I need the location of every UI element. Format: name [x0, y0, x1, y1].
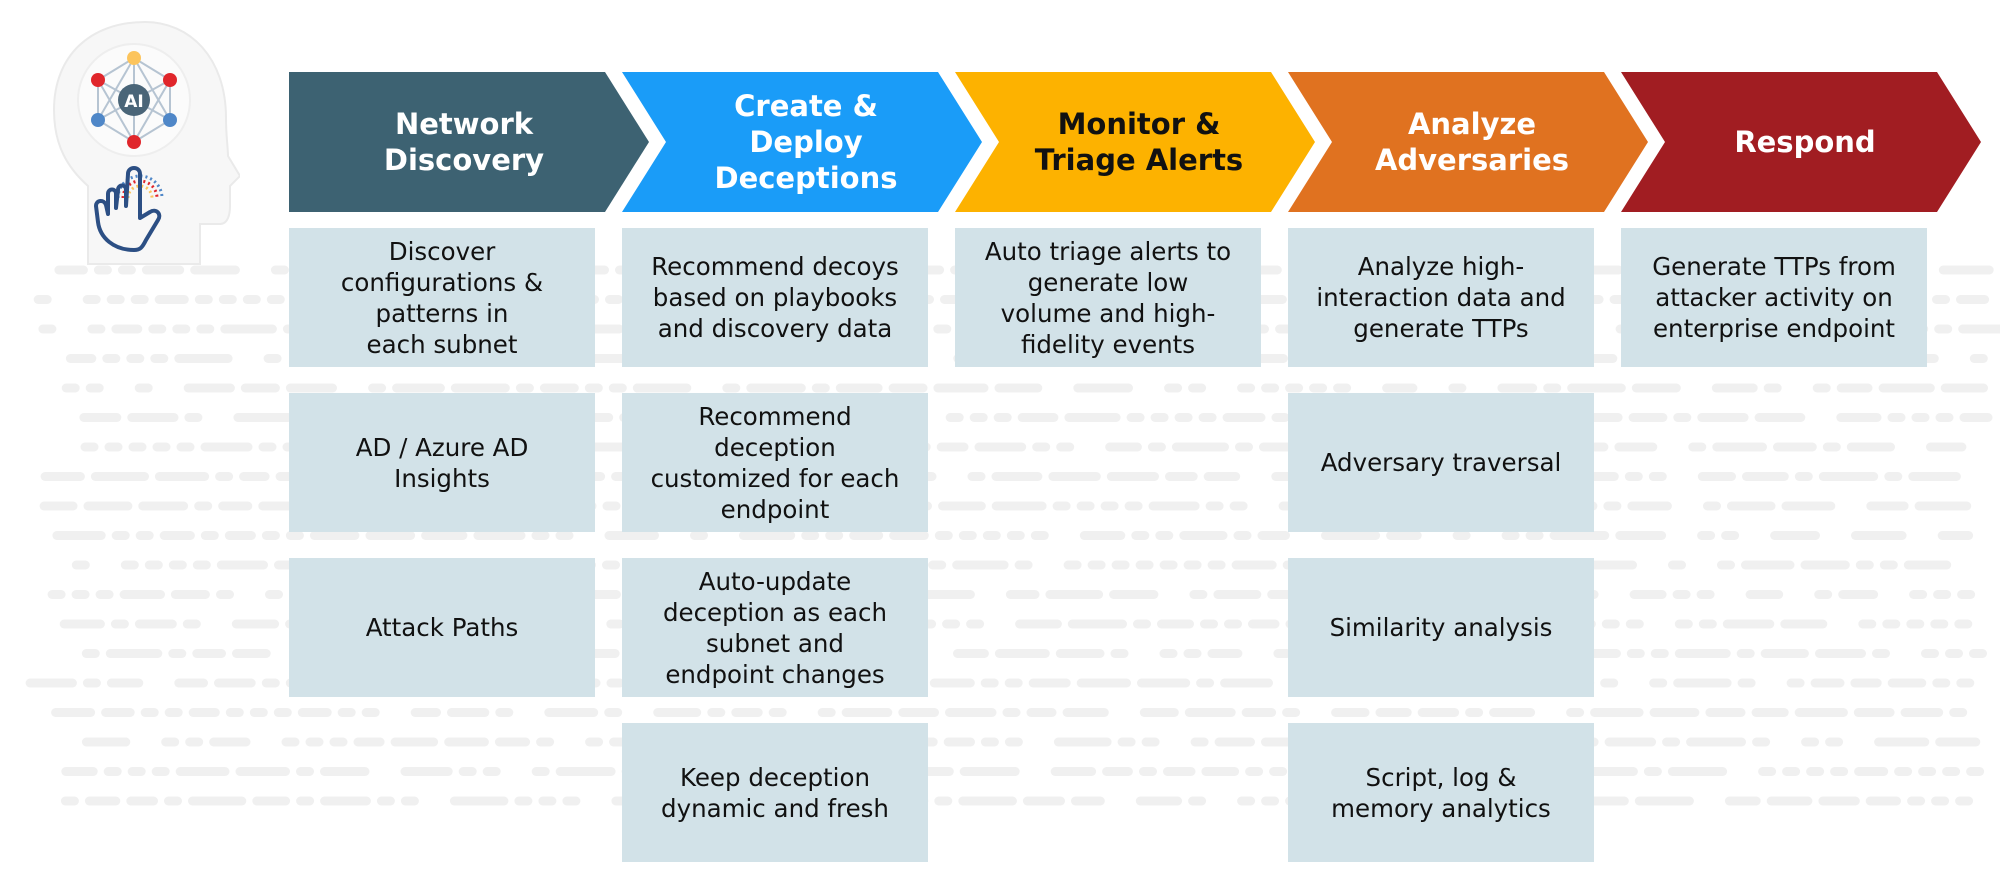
card-text: Attack Paths	[365, 613, 519, 642]
svg-text:AI: AI	[124, 92, 143, 112]
stage-header-2: Create & Deploy Deceptions	[622, 72, 982, 212]
stage-title: Monitor & Triage Alerts	[1034, 107, 1244, 177]
card-text: Recommend deception customized for each …	[650, 401, 900, 524]
stage-card: Script, log & memory analytics	[1288, 723, 1594, 862]
stage-card: Recommend decoys based on playbooks and …	[622, 228, 928, 367]
card-text: Recommend decoys based on playbooks and …	[651, 252, 899, 343]
card-text: Generate TTPs from attacker activity on …	[1652, 252, 1896, 343]
card-text: Analyze high- interaction data and gener…	[1316, 252, 1566, 343]
card-text: AD / Azure AD Insights	[355, 432, 529, 493]
card-text: Script, log & memory analytics	[1331, 762, 1551, 823]
stage-title: Network Discovery	[383, 107, 545, 177]
stage-card: Keep deception dynamic and fresh	[622, 723, 928, 862]
stage-card: Analyze high- interaction data and gener…	[1288, 228, 1594, 367]
stage-card: Recommend deception customized for each …	[622, 393, 928, 532]
card-text: Auto-update deception as each subnet and…	[662, 566, 888, 689]
stage-header-3: Monitor & Triage Alerts	[955, 72, 1315, 212]
stage-card: Attack Paths	[289, 558, 595, 697]
card-text: Discover configurations & patterns in ea…	[340, 236, 544, 359]
stage-card: AD / Azure AD Insights	[289, 393, 595, 532]
stage-card: Similarity analysis	[1288, 558, 1594, 697]
card-text: Keep deception dynamic and fresh	[661, 762, 889, 823]
card-text: Adversary traversal	[1320, 448, 1562, 477]
stage-title: Analyze Adversaries	[1374, 107, 1570, 177]
stage-header-4: Analyze Adversaries	[1288, 72, 1648, 212]
stage-card: Generate TTPs from attacker activity on …	[1621, 228, 1927, 367]
stage-title: Create & Deploy Deceptions	[714, 89, 898, 195]
stage-card: Adversary traversal	[1288, 393, 1594, 532]
stage-header-5: Respond	[1621, 72, 1981, 212]
card-text: Auto triage alerts to generate low volum…	[984, 236, 1232, 359]
process-flow-diagram: AI Network Discovery Discover configurati…	[0, 0, 2000, 870]
card-text: Similarity analysis	[1329, 613, 1553, 642]
stage-title: Respond	[1734, 125, 1876, 159]
stage-card: Discover configurations & patterns in ea…	[289, 228, 595, 367]
stage-card: Auto triage alerts to generate low volum…	[955, 228, 1261, 367]
ai-head-touch-icon: AI	[50, 18, 242, 268]
stage-card: Auto-update deception as each subnet and…	[622, 558, 928, 697]
stage-header-1: Network Discovery	[289, 72, 649, 212]
